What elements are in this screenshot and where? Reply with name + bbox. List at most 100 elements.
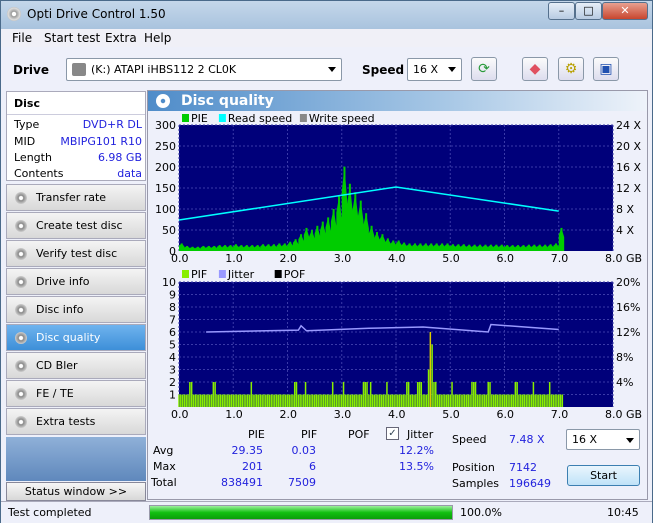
y-tick-label: 150 <box>155 182 176 195</box>
save-icon: ▣ <box>599 61 613 77</box>
legend-swatch <box>182 114 189 122</box>
x-tick-label: 6.0 <box>497 252 515 265</box>
y-tick-label: 3 <box>169 364 176 377</box>
chevron-down-icon <box>626 438 634 443</box>
y2-tick-label: 4% <box>616 376 633 389</box>
test-speed-value: 16 X <box>572 433 598 446</box>
progress-fill <box>150 506 452 519</box>
pif-header: PIF <box>301 428 318 441</box>
settings-icon: ⚙ <box>564 61 578 77</box>
y2-tick-label: 12 X <box>616 182 641 195</box>
legend-swatch <box>182 270 189 278</box>
y2-tick-label: 20% <box>616 276 640 289</box>
jitter-header: Jitter <box>407 428 434 441</box>
x-tick-label: 2.0 <box>280 252 298 265</box>
y-tick-label: 8 <box>169 301 176 314</box>
position-value: 7142 <box>509 461 537 474</box>
total-pie: 838491 <box>221 476 263 489</box>
y2-tick-label: 16 X <box>616 161 641 174</box>
x-tick-label: 0.0 <box>171 408 189 421</box>
status-window-button[interactable]: Status window >> <box>6 482 146 501</box>
pie-header: PIE <box>248 428 265 441</box>
settings-button[interactable]: ⚙ <box>558 57 584 81</box>
nav-extra-tests[interactable]: Extra tests <box>6 408 146 435</box>
y-tick-label: 4 <box>169 351 176 364</box>
y-tick-label: 1 <box>169 389 176 402</box>
disc-quality-panel: Disc quality PIE Read speed Write speed 0.0… <box>147 90 648 500</box>
speed-stat-label: Speed <box>452 433 487 446</box>
eraser-icon: ◆ <box>529 61 541 77</box>
nav-label: CD Bler <box>36 359 78 372</box>
x-tick-label: 1.0 <box>225 252 243 265</box>
y-tick-label: 2 <box>169 376 176 389</box>
progress-bar <box>149 505 453 520</box>
disc-icon <box>15 332 27 344</box>
maximize-button[interactable]: □ <box>575 2 602 20</box>
x-tick-label: 1.0 <box>225 408 243 421</box>
legend-label: Write speed <box>309 112 375 125</box>
save-button[interactable]: ▣ <box>593 57 619 81</box>
progress-text: 100.0% <box>460 506 502 519</box>
nav-label: Extra tests <box>36 415 96 428</box>
legend-swatch <box>218 270 226 278</box>
y-tick-label: 7 <box>169 314 176 327</box>
samples-value: 196649 <box>509 477 551 490</box>
test-speed-select[interactable]: 16 X <box>566 429 640 450</box>
erase-button[interactable]: ◆ <box>522 57 548 81</box>
app-window: Opti Drive Control 1.50 – □ ✕ File Start… <box>0 0 653 523</box>
x-tick-label: 8.0 GB <box>605 408 642 421</box>
legend-swatch <box>299 114 307 122</box>
y-tick-label: 5 <box>169 339 176 352</box>
minimize-button[interactable]: – <box>548 2 575 20</box>
close-button[interactable]: ✕ <box>602 2 648 20</box>
y2-tick-label: 12% <box>616 326 640 339</box>
legend-label: POF <box>284 268 306 281</box>
avg-jitter: 12.2% <box>399 444 434 457</box>
y2-tick-label: 8% <box>616 351 633 364</box>
disc-icon <box>15 416 27 428</box>
avg-label: Avg <box>153 444 174 457</box>
total-label: Total <box>151 476 177 489</box>
y-tick-label: 200 <box>155 161 176 174</box>
y-tick-label: 6 <box>169 326 176 339</box>
x-tick-label: 7.0 <box>551 252 569 265</box>
max-pif: 6 <box>309 460 316 473</box>
max-label: Max <box>153 460 176 473</box>
speed-stat-value: 7.48 X <box>509 433 545 446</box>
x-tick-label: 3.0 <box>334 408 352 421</box>
legend-swatch <box>274 270 282 278</box>
y2-tick-label: 24 X <box>616 119 641 132</box>
y-tick-label: 9 <box>169 289 176 302</box>
max-pie: 201 <box>242 460 263 473</box>
y-tick-label: 0 <box>169 245 176 258</box>
x-tick-label: 7.0 <box>551 408 569 421</box>
y-tick-label: 300 <box>155 119 176 132</box>
status-bar: Test completed 100.0% 10:45 <box>1 501 652 523</box>
y2-tick-label: 16% <box>616 301 640 314</box>
x-tick-label: 2.0 <box>280 408 298 421</box>
y-tick-label: 50 <box>162 224 176 237</box>
jitter-checkbox[interactable]: ✓ <box>386 427 399 440</box>
charts: PIE Read speed Write speed 0.0 1.0 2.0 3.0 4.0 5… <box>155 112 642 421</box>
nav-cd-bler[interactable]: CD Bler <box>6 352 146 379</box>
status-text: Test completed <box>8 506 92 519</box>
y2-tick-label: 20 X <box>616 140 641 153</box>
y-tick-label: 10 <box>162 276 176 289</box>
disc-icon <box>15 388 27 400</box>
y2-tick-label: 4 X <box>616 224 634 237</box>
start-button[interactable]: Start <box>567 465 640 486</box>
samples-label: Samples <box>452 477 499 490</box>
x-tick-label: 8.0 GB <box>605 252 642 265</box>
clock-time: 10:45 <box>607 506 639 519</box>
legend-label: PIF <box>191 268 207 281</box>
x-tick-label: 5.0 <box>442 252 460 265</box>
nav-label: Disc quality <box>36 331 101 344</box>
nav-label: FE / TE <box>36 387 74 400</box>
max-jitter: 13.5% <box>399 460 434 473</box>
y2-tick-label: 8 X <box>616 203 634 216</box>
nav-disc-quality[interactable]: Disc quality <box>6 324 146 351</box>
sidebar-filler <box>6 437 146 481</box>
nav-fe-te[interactable]: FE / TE <box>6 380 146 407</box>
x-tick-label: 5.0 <box>442 408 460 421</box>
legend-label: PIE <box>191 112 208 125</box>
